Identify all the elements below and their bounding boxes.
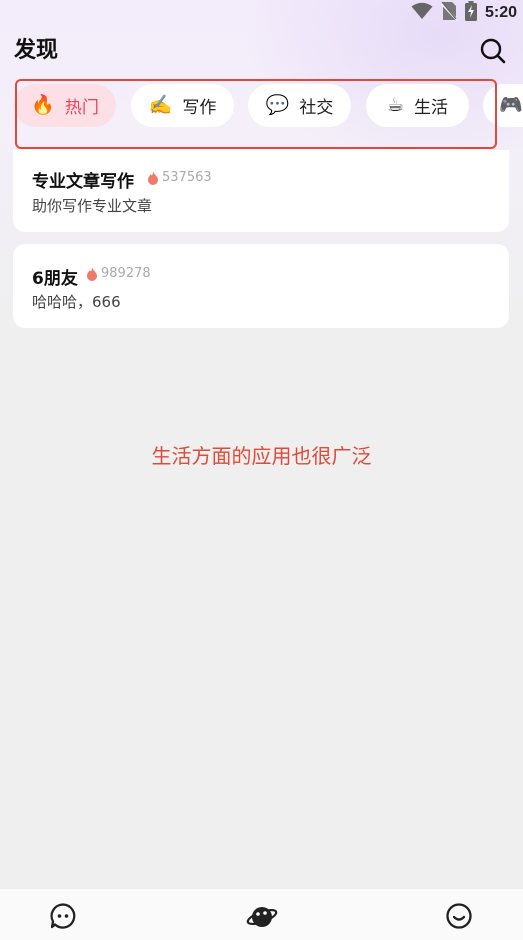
speech-bubble-icon: 💬 [265,94,290,116]
card-description: 哈哈哈，666 [32,293,121,311]
status-bar: 5:20 [0,0,523,26]
card-title: 6朋友 [32,269,78,289]
flame-icon [87,266,97,281]
nav-discover[interactable] [246,902,278,932]
tab-social[interactable]: 💬 社交 [248,84,351,127]
bottom-nav [0,888,523,940]
tab-life[interactable]: ☕ 生活 [366,84,469,127]
writing-hand-icon: ✍️ [148,94,173,116]
hot-count: 537563 [147,170,212,185]
fire-icon: 🔥 [31,94,55,116]
smiley-icon [446,903,472,929]
tab-games[interactable]: 🎮 [483,84,523,127]
page-header: 发现 [14,34,509,68]
annotation-text: 生活方面的应用也很广泛 [151,444,372,468]
wifi-icon [411,2,433,24]
coffee-icon: ☕ [386,94,405,116]
tab-label: 写作 [182,98,217,118]
tab-writing[interactable]: ✍️ 写作 [131,84,234,127]
list-item[interactable]: 6朋友 989278 哈哈哈，666 [13,244,509,328]
category-tabs: 🔥 热门 ✍️ 写作 💬 社交 ☕ 生活 🎮 [0,84,523,128]
flame-icon [148,170,158,185]
status-time: 5:20 [484,4,517,21]
game-controller-icon: 🎮 [499,94,523,116]
battery-charging-icon [464,1,477,25]
search-icon [480,38,506,64]
hot-count: 989278 [86,266,151,281]
search-button[interactable] [479,37,507,65]
no-sim-icon [440,1,458,25]
card-title: 专业文章写作 [32,172,134,192]
planet-icon [246,907,278,927]
tab-label: 生活 [414,98,449,118]
page-title: 发现 [14,38,59,63]
tab-label: 热门 [64,98,99,118]
tab-label: 社交 [299,98,334,118]
nav-chat[interactable] [49,902,79,932]
tab-hot[interactable]: 🔥 热门 [14,84,116,127]
nav-profile[interactable] [445,902,475,932]
card-description: 助你写作专业文章 [32,197,153,215]
chat-bubble-icon [50,903,76,929]
list-item[interactable]: 专业文章写作 537563 助你写作专业文章 [13,150,509,232]
